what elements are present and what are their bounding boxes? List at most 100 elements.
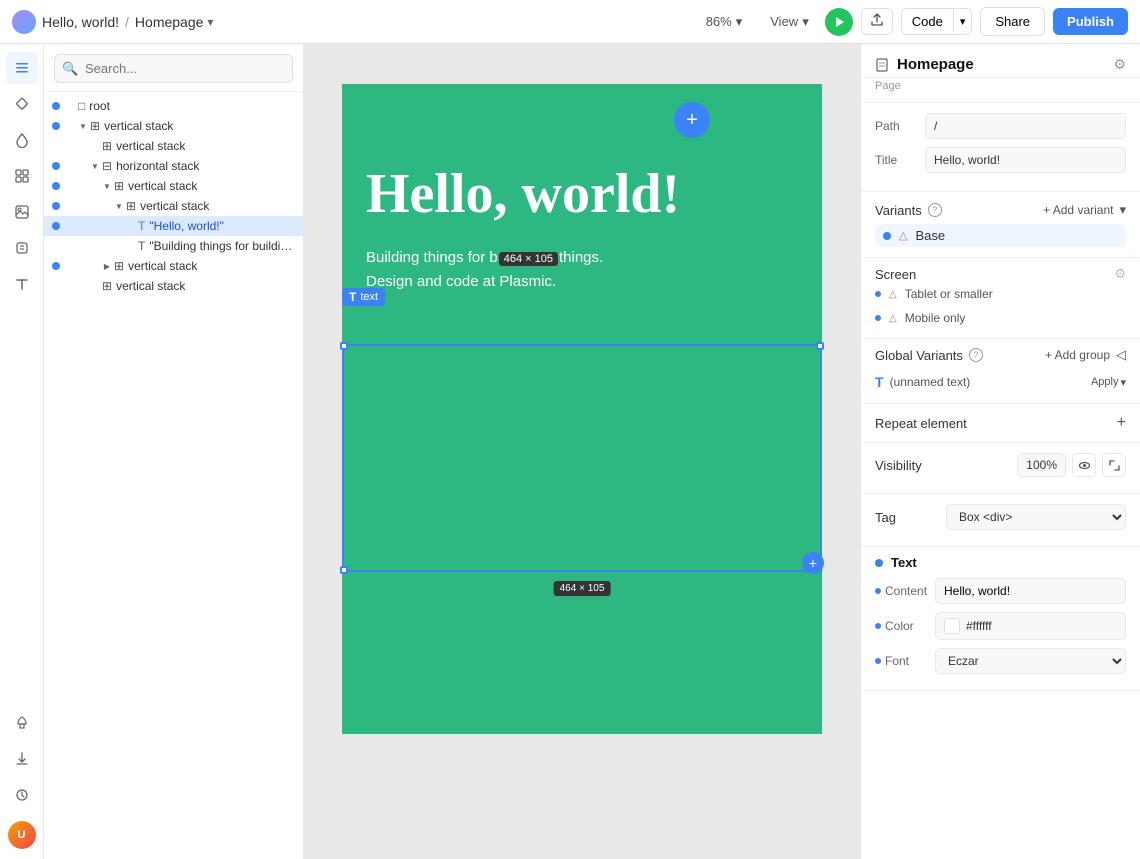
layer-toggle[interactable]: ▶ [100, 259, 114, 273]
handle-top-left[interactable] [340, 342, 348, 350]
share-button[interactable]: Share [980, 7, 1045, 36]
repeat-element-section: Repeat element + [861, 404, 1140, 443]
layer-label: vertical stack [128, 259, 197, 273]
layer-toggle[interactable] [88, 139, 102, 153]
layer-dot [52, 262, 60, 270]
export-icon [870, 13, 884, 27]
vstack-icon2: ⊞ [114, 259, 124, 273]
variants-collapse-button[interactable]: ▾ [1119, 202, 1126, 218]
search-input[interactable] [54, 54, 293, 83]
visibility-section: Visibility 100% [861, 443, 1140, 494]
sidebar-item-launch[interactable] [6, 707, 38, 739]
layer-toggle[interactable]: ▼ [100, 179, 114, 193]
sidebar-item-plugin[interactable] [6, 232, 38, 264]
add-icon: + [686, 109, 698, 132]
resize-icon[interactable] [1102, 453, 1126, 477]
layer-toggle[interactable] [88, 279, 102, 293]
font-select[interactable]: Eczar [935, 648, 1126, 674]
publish-button[interactable]: Publish [1053, 8, 1128, 35]
eye-icon[interactable] [1072, 453, 1096, 477]
rp-title-input[interactable] [925, 147, 1126, 173]
screen-gear-icon[interactable]: ⚙ [1114, 266, 1126, 282]
layer-dot [52, 202, 60, 210]
sidebar-item-shapes[interactable] [6, 88, 38, 120]
layer-toggle[interactable] [124, 239, 138, 253]
rp-page-name: Homepage [897, 56, 974, 73]
share-icon-button[interactable] [861, 8, 893, 35]
layer-item-hello[interactable]: T "Hello, world!" [44, 216, 303, 236]
rp-header: Homepage ⚙ [861, 44, 1140, 78]
code-button[interactable]: Code [902, 9, 953, 34]
handle-bottom-left[interactable] [340, 566, 348, 574]
add-element-button[interactable]: + [674, 102, 710, 138]
layer-item-vstack5[interactable]: ▶ ⊞ vertical stack [44, 256, 303, 276]
rp-gv-actions: + Add group ◁ [1045, 347, 1126, 363]
layer-label: "Hello, world!" [149, 219, 224, 233]
breadcrumb-page[interactable]: Homepage ▾ [135, 14, 214, 30]
layer-label: vertical stack [140, 199, 209, 213]
code-dropdown-button[interactable]: ▾ [953, 10, 972, 33]
layer-item-vstack1[interactable]: ▼ ⊞ vertical stack [44, 116, 303, 136]
visibility-value[interactable]: 100% [1017, 453, 1066, 477]
zoom-level: 86% [706, 14, 732, 29]
zoom-button[interactable]: 86% ▾ [698, 10, 751, 34]
layer-item-root[interactable]: □ root [44, 96, 303, 116]
visibility-controls: 100% [1017, 453, 1126, 477]
layer-label: vertical stack [128, 179, 197, 193]
content-dot [875, 588, 881, 594]
topbar-center: 86% ▾ View ▾ [698, 10, 817, 34]
handle-top-right[interactable] [816, 342, 824, 350]
vstack-icon: ⊞ [114, 179, 124, 193]
layer-toggle[interactable]: ▼ [112, 199, 126, 213]
settings-icon[interactable]: ⚙ [1113, 56, 1126, 73]
color-dot [875, 623, 881, 629]
sidebar-item-text[interactable] [6, 268, 38, 300]
canvas-area[interactable]: + T text + [304, 44, 860, 859]
layer-item-hstack[interactable]: ▼ ⊟ horizontal stack [44, 156, 303, 176]
layer-dot [52, 122, 60, 130]
tag-select[interactable]: Box <div> [946, 504, 1126, 530]
vstack-icon3: ⊞ [102, 279, 112, 293]
layer-toggle[interactable]: ▼ [88, 159, 102, 173]
layer-item-vstack4[interactable]: ▼ ⊞ vertical stack [44, 196, 303, 216]
sidebar-item-menu[interactable] [6, 52, 38, 84]
page-icon [875, 58, 889, 72]
mobile-item: △ Mobile only [875, 306, 1126, 330]
avatar-button[interactable]: U [6, 819, 38, 851]
rp-base-item: △ Base [875, 224, 1126, 247]
add-variant-button[interactable]: + Add variant [1043, 203, 1113, 217]
layer-item-vstack6[interactable]: ⊞ vertical stack [44, 276, 303, 296]
layer-item-vstack3[interactable]: ▼ ⊞ vertical stack [44, 176, 303, 196]
layer-item-vstack2[interactable]: ⊞ vertical stack [44, 136, 303, 156]
download-icon [14, 751, 30, 767]
breadcrumb-separator: / [125, 14, 129, 30]
zoom-chevron-icon: ▾ [736, 14, 743, 30]
color-value-row[interactable]: #ffffff [935, 612, 1126, 640]
add-group-button[interactable]: + Add group [1045, 348, 1110, 362]
vstack-icon: ⊞ [126, 199, 136, 213]
content-input[interactable] [935, 578, 1126, 604]
layer-item-building[interactable]: T "Building things for building t... [44, 236, 303, 256]
text-type-badge: T [349, 290, 356, 304]
layer-toggle[interactable]: ▼ [76, 119, 90, 133]
rp-title-field: Title [875, 147, 1126, 173]
gv-collapse-button[interactable]: ◁ [1116, 347, 1126, 363]
text-section-title: Text [891, 555, 917, 570]
sidebar-item-components[interactable] [6, 160, 38, 192]
sidebar-item-images[interactable] [6, 196, 38, 228]
topbar-left: Hello, world! / Homepage ▾ [12, 10, 690, 34]
visibility-label: Visibility [875, 458, 922, 473]
view-button[interactable]: View ▾ [762, 10, 816, 34]
sub-text: Building things for b464 × 105things.Des… [342, 226, 822, 294]
rp-variants-actions: + Add variant ▾ [1043, 202, 1126, 218]
sidebar-item-download[interactable] [6, 743, 38, 775]
sidebar-item-drop[interactable] [6, 124, 38, 156]
handle-bottom-right[interactable]: + [802, 552, 824, 574]
rp-path-input[interactable] [925, 113, 1126, 139]
gv-apply-button[interactable]: Apply ▾ [1091, 376, 1126, 389]
layer-toggle[interactable] [64, 99, 78, 113]
play-button[interactable] [825, 8, 853, 36]
layer-toggle[interactable] [124, 219, 138, 233]
add-repeat-button[interactable]: + [1117, 414, 1126, 432]
sidebar-item-history[interactable] [6, 779, 38, 811]
